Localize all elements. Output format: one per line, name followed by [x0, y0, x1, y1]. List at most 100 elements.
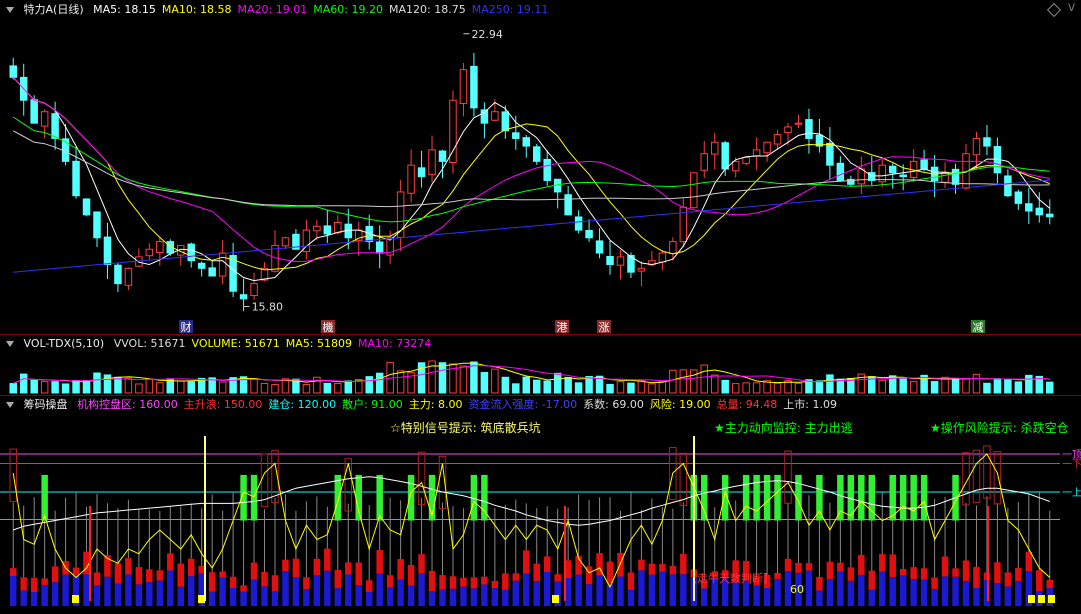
volume-bar: [826, 374, 834, 394]
right-mark: 一上: [1062, 487, 1081, 499]
candle-body: [543, 158, 551, 181]
chip-red-bar: [229, 576, 237, 588]
candle-body: [794, 122, 803, 125]
chip-red-bar: [198, 565, 205, 574]
candle: [156, 236, 164, 267]
chip-green-block: [355, 474, 362, 521]
candle: [417, 150, 426, 188]
volume-bar: [752, 382, 761, 394]
chip-green-block: [910, 474, 917, 521]
candle-body: [700, 153, 709, 171]
candle: [637, 261, 646, 287]
candle-body: [941, 172, 949, 183]
chip-red-bar: [156, 570, 164, 581]
chip-red-bar: [554, 574, 561, 582]
chip-red-bar: [868, 570, 876, 590]
candle-body: [281, 237, 290, 247]
chip-base-bar: [271, 591, 279, 606]
yellow-marker: [198, 595, 205, 603]
chip-red-bar: [627, 572, 635, 590]
volume-bar: [574, 382, 583, 394]
chip-base-bar: [596, 575, 603, 606]
candle-body: [532, 146, 541, 162]
chip-base-bar: [899, 575, 907, 606]
candle: [909, 149, 918, 183]
chip-base-bar: [51, 582, 59, 606]
volume-bar: [616, 381, 625, 394]
event-marker: 财: [179, 320, 193, 334]
chip-base-bar: [376, 573, 383, 606]
candle-body: [491, 111, 499, 121]
chip-red-bar: [418, 554, 425, 574]
chip-red-bar: [1015, 567, 1022, 582]
candle: [197, 261, 206, 277]
chip-green-block: [753, 474, 760, 521]
volume-bar: [951, 378, 960, 394]
candle-body: [1025, 203, 1033, 212]
chip-red-bar: [543, 556, 551, 572]
volume-bar: [543, 380, 551, 394]
candle-body: [407, 164, 415, 194]
price-chart[interactable]: 22.94 15.80 财 機 港 涨 减: [0, 0, 1081, 334]
chip-green-block: [920, 474, 928, 521]
chip-base-bar: [187, 576, 195, 606]
volume-chart[interactable]: [0, 335, 1081, 395]
chip-red-bar: [292, 558, 300, 578]
chips-chart[interactable]: ☆特别信号提示: 筑底散兵坑 ★主力动向监控: 主力出逃 ★操作风险提示: 杀跌空仓…: [0, 396, 1081, 614]
candle-body: [710, 141, 719, 155]
chip-base-bar: [355, 585, 362, 606]
price-pane[interactable]: 特力A(日线) MA5: 18.15 MA10: 18.58 MA20: 19.01…: [0, 0, 1081, 334]
chip-base-bar: [460, 586, 467, 606]
chip-red-bar: [449, 576, 457, 589]
candle-body: [920, 159, 928, 170]
candle: [1014, 189, 1023, 210]
candle-body: [972, 137, 981, 156]
candle: [135, 248, 143, 268]
volume-bar: [899, 378, 907, 394]
ma250-line: [13, 179, 1050, 273]
volume-bar: [438, 362, 447, 394]
chip-red-bar: [240, 585, 247, 592]
chip-red-bar: [826, 561, 834, 580]
low-label: 15.80: [252, 301, 284, 314]
chip-base-bar: [659, 571, 666, 606]
volume-bar: [690, 369, 698, 394]
yellow-marker: [1028, 595, 1035, 603]
chip-red-bar: [878, 554, 886, 572]
candle: [888, 163, 897, 189]
candle-body: [595, 240, 604, 254]
chip-red-bar: [795, 562, 802, 573]
candle-body: [888, 165, 897, 174]
volume-bar: [585, 376, 593, 394]
candle-body: [239, 294, 248, 300]
chip-red-block: [972, 449, 981, 503]
chip-red-block: [344, 458, 353, 512]
chip-base-bar: [826, 579, 834, 606]
chip-base-bar: [952, 576, 959, 606]
chip-red-bar: [973, 566, 980, 588]
candle: [658, 250, 667, 271]
volume-bar: [878, 379, 886, 394]
chip-base-bar: [30, 591, 38, 606]
volume-pane[interactable]: VOL-TDX(5,10) VVOL: 51671 VOLUME: 51671 MA…: [0, 335, 1081, 395]
chip-base-bar: [983, 580, 991, 606]
candle-body: [501, 111, 510, 132]
candle-body: [616, 256, 625, 266]
volume-bar: [972, 373, 981, 394]
chip-base-bar: [543, 571, 551, 606]
chip-red-bar: [899, 568, 907, 576]
chip-red-bar: [638, 559, 645, 571]
volume-bar: [260, 382, 269, 394]
candle: [1046, 199, 1054, 225]
chip-base-bar: [62, 574, 69, 606]
chip-base-bar: [20, 590, 27, 606]
volume-bar: [313, 376, 321, 394]
candle: [72, 147, 80, 199]
candle: [480, 102, 489, 139]
candle: [616, 250, 625, 280]
chip-base-bar: [920, 579, 928, 606]
candle: [271, 230, 279, 273]
chip-red-block: [784, 450, 792, 504]
chips-pane[interactable]: 筹码操盘 机构控盘区: 160.00 主升浪: 150.00 建仓: 120.00 散…: [0, 396, 1081, 614]
yellow-marker: [552, 595, 559, 603]
